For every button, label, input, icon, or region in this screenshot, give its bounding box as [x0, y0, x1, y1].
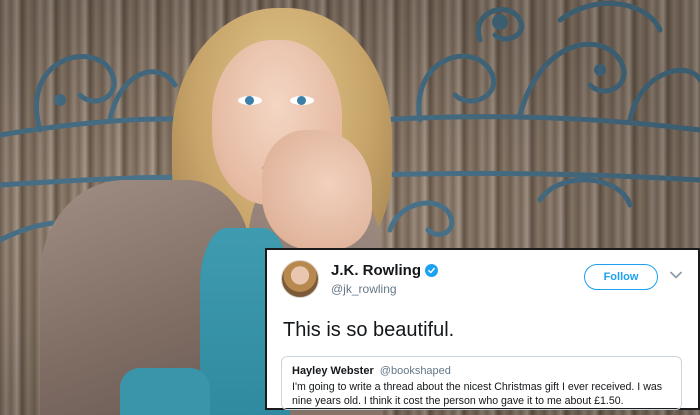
follow-button[interactable]: Follow: [584, 264, 658, 290]
chevron-down-icon[interactable]: [670, 271, 682, 279]
quoted-tweet[interactable]: Hayley Webster @bookshaped I'm going to …: [281, 356, 682, 410]
tweet-text: This is so beautiful.: [283, 319, 455, 341]
verified-badge-icon: [425, 264, 438, 277]
quoted-tweet-text: I'm going to write a thread about the ni…: [292, 381, 663, 407]
user-handle[interactable]: @jk_rowling: [331, 282, 584, 296]
display-name[interactable]: J.K. Rowling: [331, 262, 421, 279]
sleeve-cuff: [120, 368, 210, 415]
avatar[interactable]: [281, 260, 319, 298]
quoted-author-name: Hayley Webster: [292, 365, 374, 377]
right-eye: [290, 96, 314, 105]
quoted-author-handle: @bookshaped: [379, 365, 451, 377]
left-eye: [238, 96, 262, 105]
author-block: J.K. Rowling @jk_rowling: [331, 262, 584, 296]
tweet-card: J.K. Rowling @jk_rowling Follow This is …: [265, 248, 700, 410]
hand: [262, 130, 372, 250]
tweet-header: J.K. Rowling @jk_rowling Follow: [281, 260, 682, 308]
quoted-tweet-header: Hayley Webster @bookshaped: [292, 365, 671, 378]
name-row: J.K. Rowling: [331, 262, 584, 279]
